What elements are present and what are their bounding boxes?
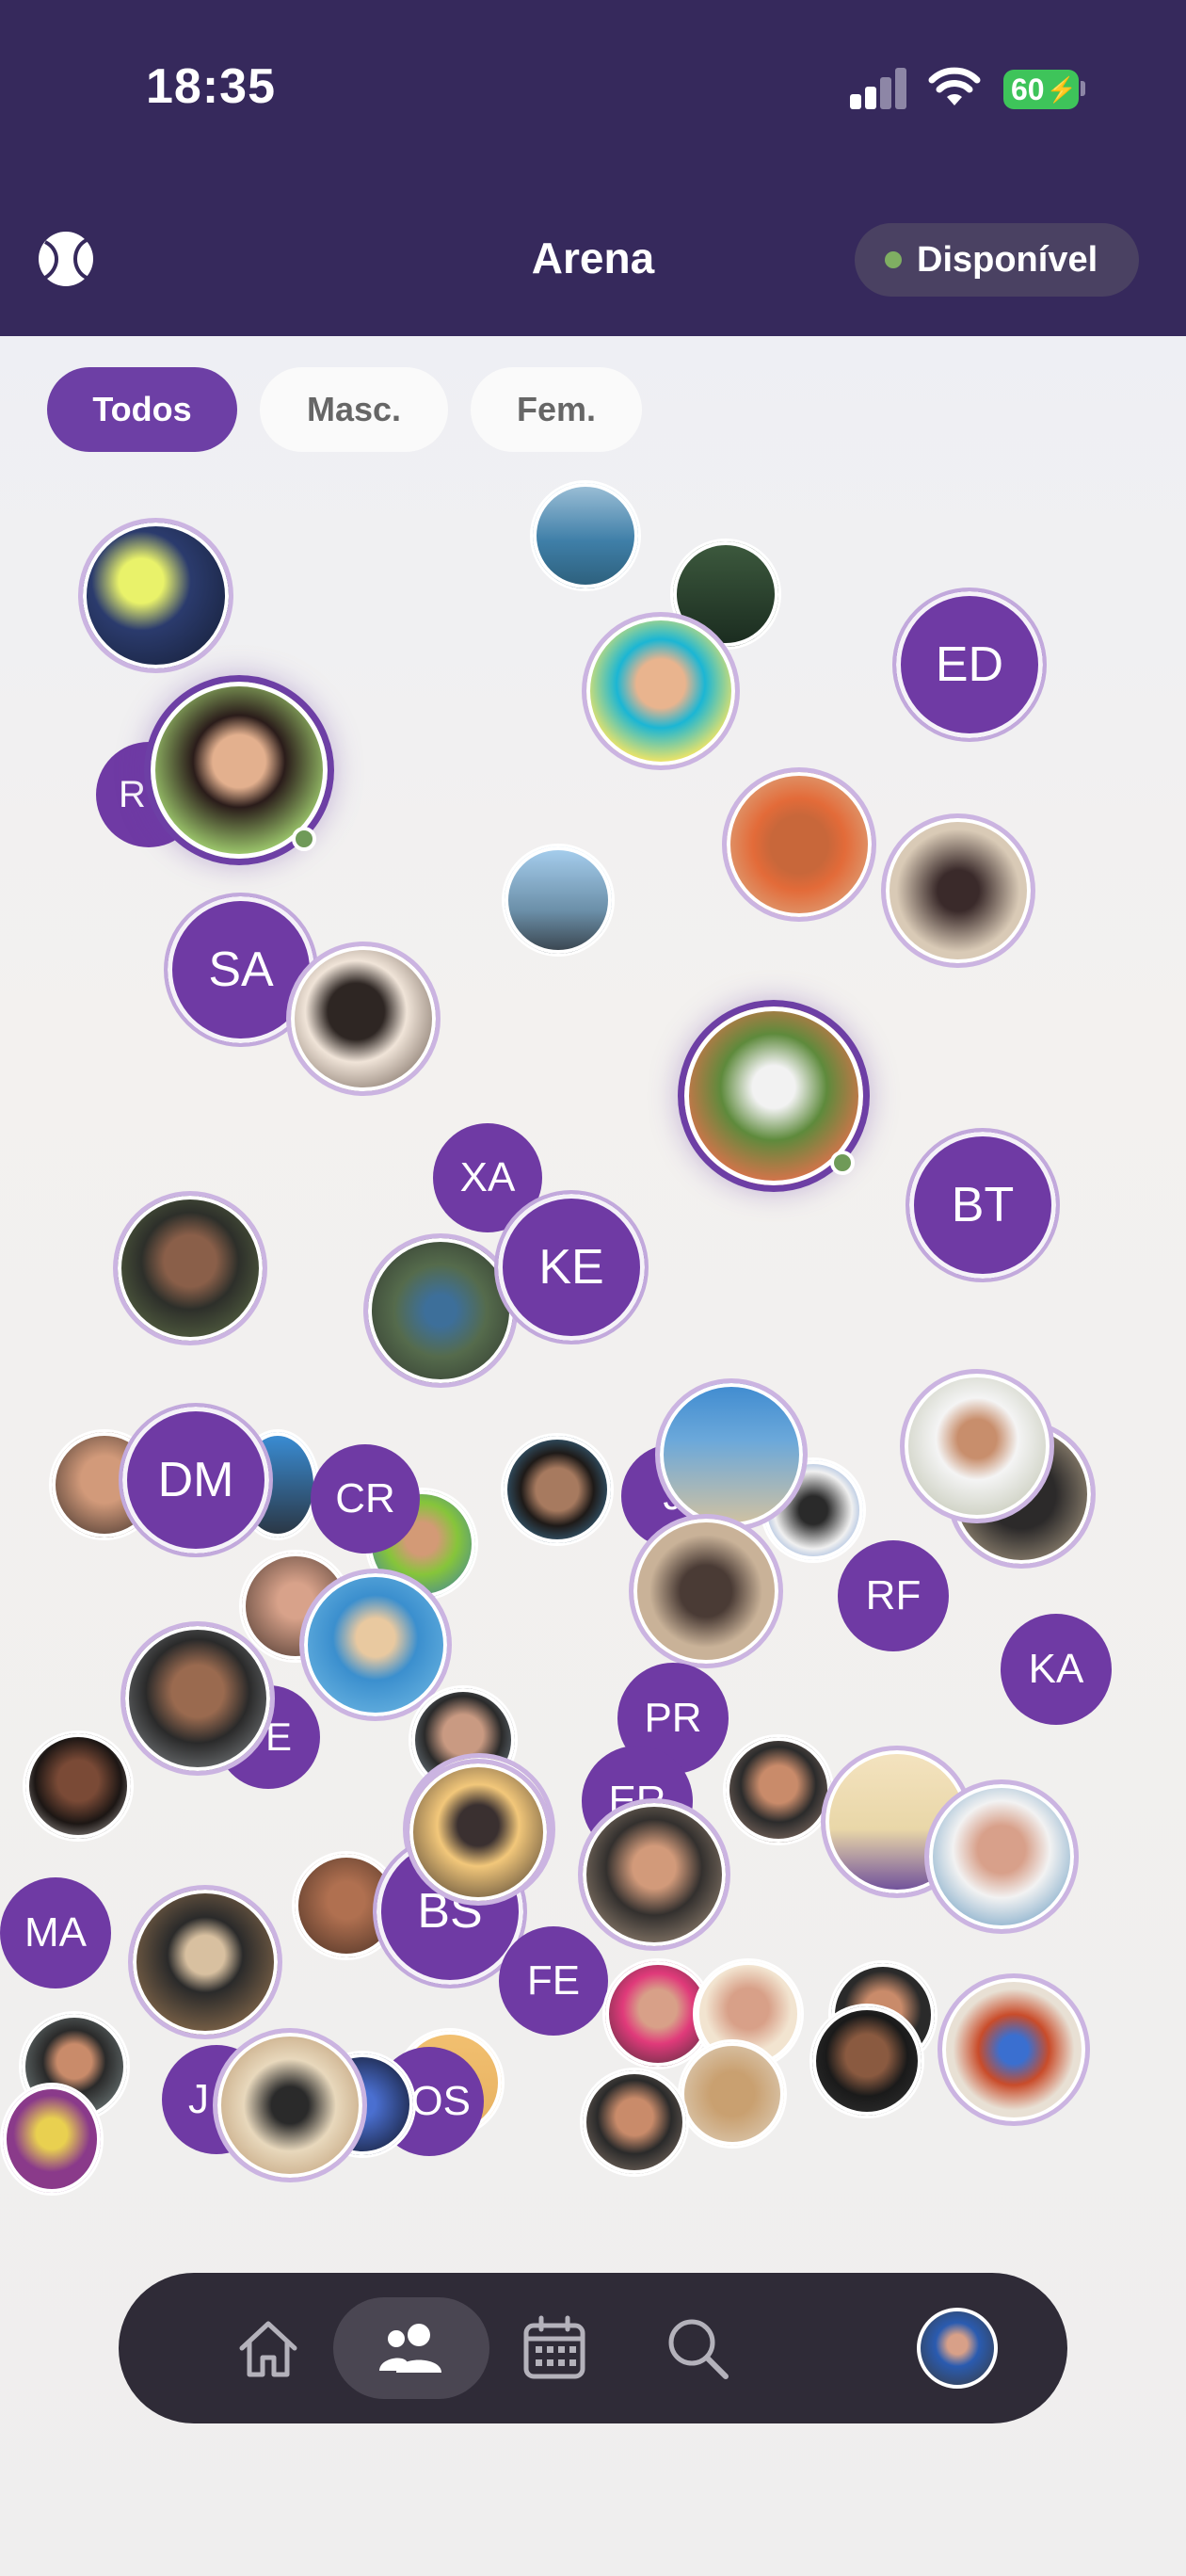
player-photo-avatar[interactable]: [722, 767, 876, 922]
nav-home[interactable]: [190, 2297, 346, 2399]
player-photo-avatar[interactable]: [501, 1433, 614, 1546]
online-indicator: [292, 827, 316, 851]
calendar-icon: [523, 2315, 585, 2379]
signal-icon: [850, 68, 906, 109]
avatar: [917, 2308, 998, 2389]
player-photo-avatar[interactable]: [809, 2004, 924, 2118]
player-photo-avatar[interactable]: [580, 2068, 689, 2177]
status-dot: [885, 251, 902, 268]
online-indicator: [830, 1151, 855, 1175]
player-photo-avatar[interactable]: [286, 942, 441, 1096]
player-photo-avatar[interactable]: [0, 2083, 104, 2196]
player-initials-bubble[interactable]: FE: [499, 1926, 608, 2036]
player-photo-avatar[interactable]: [924, 1779, 1079, 1934]
wifi-icon: [928, 67, 981, 105]
nav-search[interactable]: [619, 2297, 776, 2399]
player-initials-bubble[interactable]: ED: [892, 588, 1047, 742]
nav-players[interactable]: [333, 2297, 489, 2399]
player-photo-avatar[interactable]: [678, 2039, 787, 2149]
player-photo-avatar[interactable]: [629, 1514, 783, 1668]
player-photo-avatar[interactable]: [78, 518, 233, 673]
player-photo-avatar[interactable]: [578, 1798, 730, 1951]
player-initials-bubble[interactable]: KA: [1001, 1614, 1112, 1725]
people-icon: [379, 2324, 441, 2373]
availability-label: Disponível: [917, 239, 1098, 280]
availability-toggle[interactable]: Disponível: [855, 223, 1139, 297]
player-photo-avatar[interactable]: [23, 1731, 134, 1842]
filter-masc[interactable]: Masc.: [260, 367, 448, 452]
player-initials-bubble[interactable]: BT: [906, 1128, 1060, 1282]
battery-indicator: 60 ⚡: [1003, 70, 1079, 109]
player-photo-avatar[interactable]: [213, 2028, 367, 2182]
nav-calendar[interactable]: [476, 2297, 633, 2399]
nav-profile[interactable]: [879, 2297, 1035, 2399]
player-photo-avatar[interactable]: [128, 1885, 282, 2039]
player-photo-avatar[interactable]: [405, 1759, 552, 1906]
player-photo-avatar[interactable]: [530, 480, 641, 591]
search-icon: [668, 2319, 729, 2379]
player-initials-bubble[interactable]: DM: [119, 1403, 273, 1557]
battery-level: 60: [1011, 72, 1045, 106]
player-initials-bubble[interactable]: MA: [0, 1877, 111, 1988]
home-icon: [239, 2321, 297, 2377]
bottom-nav-bar: [119, 2273, 1067, 2423]
filter-fem[interactable]: Fem.: [471, 367, 642, 452]
player-photo-avatar[interactable]: [655, 1378, 808, 1531]
charging-icon: ⚡: [1046, 74, 1077, 104]
player-photo-avatar[interactable]: [881, 813, 1035, 968]
app-header: 18:35 60 ⚡ Arena Disponível: [0, 0, 1186, 336]
player-initials-bubble[interactable]: RF: [838, 1540, 949, 1651]
status-time: 18:35: [146, 59, 276, 114]
player-photo-avatar[interactable]: [120, 1621, 275, 1776]
battery-nub: [1081, 81, 1085, 96]
player-photo-avatar[interactable]: [938, 1973, 1090, 2126]
player-photo-avatar[interactable]: [113, 1191, 267, 1345]
player-photo-avatar[interactable]: [582, 612, 740, 770]
filter-todos[interactable]: Todos: [47, 367, 237, 452]
player-photo-avatar[interactable]: [723, 1734, 834, 1845]
player-photo-avatar[interactable]: [900, 1369, 1054, 1523]
player-photo-avatar[interactable]: [502, 844, 615, 957]
player-initials-bubble[interactable]: KE: [494, 1190, 649, 1344]
player-initials-bubble[interactable]: CR: [311, 1444, 420, 1554]
